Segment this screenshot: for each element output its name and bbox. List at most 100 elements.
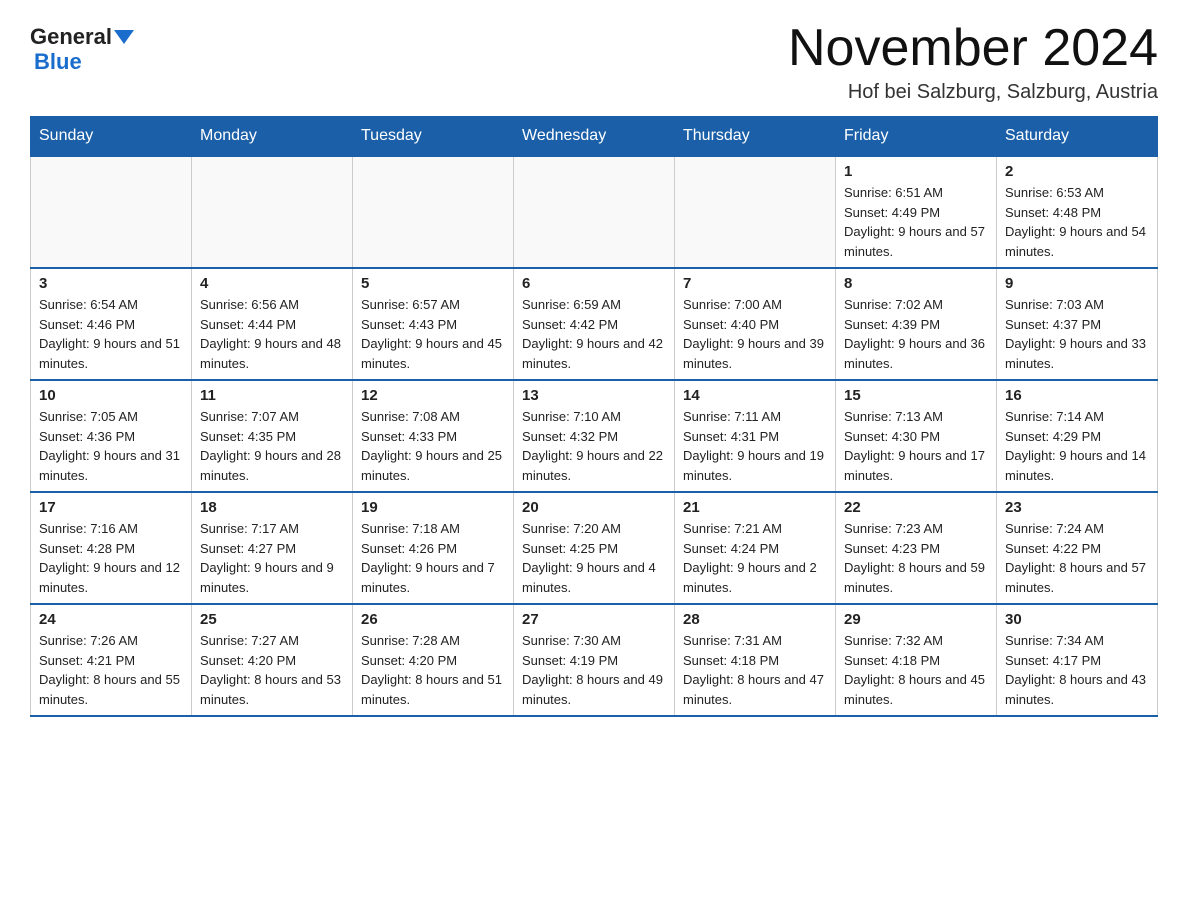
location: Hof bei Salzburg, Salzburg, Austria [788,81,1158,104]
day-info: Sunrise: 7:11 AMSunset: 4:31 PMDaylight:… [683,407,827,485]
day-info: Sunrise: 7:08 AMSunset: 4:33 PMDaylight:… [361,407,505,485]
day-info: Sunrise: 6:59 AMSunset: 4:42 PMDaylight:… [522,295,666,373]
day-info: Sunrise: 7:21 AMSunset: 4:24 PMDaylight:… [683,519,827,597]
calendar-cell: 17Sunrise: 7:16 AMSunset: 4:28 PMDayligh… [31,492,192,604]
week-row-5: 24 Sunrise: 7:26 AMSunset: 4:21 PMDayligh… [31,604,1158,716]
day-number: 20 [522,499,666,516]
day-info: Sunrise: 7:34 AMSunset: 4:17 PMDaylight:… [1005,631,1149,709]
day-number: 5 [361,275,505,292]
logo: General Blue [30,20,134,75]
day-info: Sunrise: 7:10 AMSunset: 4:32 PMDaylight:… [522,407,666,485]
calendar-cell: 7 Sunrise: 7:00 AMSunset: 4:40 PMDaylight… [675,268,836,380]
calendar-cell: 15 Sunrise: 7:13 AMSunset: 4:30 PMDayligh… [836,380,997,492]
calendar-cell: 12 Sunrise: 7:08 AMSunset: 4:33 PMDayligh… [353,380,514,492]
day-info: Sunrise: 7:02 AMSunset: 4:39 PMDaylight:… [844,295,988,373]
day-info: Sunrise: 7:14 AMSunset: 4:29 PMDaylight:… [1005,407,1149,485]
week-row-1: 1 Sunrise: 6:51 AMSunset: 4:49 PMDaylight… [31,156,1158,268]
day-info: Sunrise: 7:28 AMSunset: 4:20 PMDaylight:… [361,631,505,709]
calendar-cell: 1 Sunrise: 6:51 AMSunset: 4:49 PMDaylight… [836,156,997,268]
day-info: Sunrise: 7:31 AMSunset: 4:18 PMDaylight:… [683,631,827,709]
day-info: Sunrise: 6:54 AMSunset: 4:46 PMDaylight:… [39,295,183,373]
calendar-cell [514,156,675,268]
calendar-cell: 19Sunrise: 7:18 AMSunset: 4:26 PMDayligh… [353,492,514,604]
day-number: 16 [1005,387,1149,404]
day-info: Sunrise: 7:27 AMSunset: 4:20 PMDaylight:… [200,631,344,709]
week-row-3: 10 Sunrise: 7:05 AMSunset: 4:36 PMDayligh… [31,380,1158,492]
calendar-cell: 2Sunrise: 6:53 AMSunset: 4:48 PMDaylight… [997,156,1158,268]
weekday-header-wednesday: Wednesday [514,117,675,157]
day-number: 27 [522,611,666,628]
day-number: 24 [39,611,183,628]
calendar-cell: 11Sunrise: 7:07 AMSunset: 4:35 PMDayligh… [192,380,353,492]
calendar-cell: 25 Sunrise: 7:27 AMSunset: 4:20 PMDayligh… [192,604,353,716]
day-info: Sunrise: 7:13 AMSunset: 4:30 PMDaylight:… [844,407,988,485]
day-number: 6 [522,275,666,292]
weekday-header-row: SundayMondayTuesdayWednesdayThursdayFrid… [31,117,1158,157]
day-info: Sunrise: 6:51 AMSunset: 4:49 PMDaylight:… [844,183,988,261]
day-number: 21 [683,499,827,516]
calendar-cell: 18 Sunrise: 7:17 AMSunset: 4:27 PMDayligh… [192,492,353,604]
logo-arrow-icon [114,30,134,44]
calendar-cell [353,156,514,268]
calendar-cell: 27 Sunrise: 7:30 AMSunset: 4:19 PMDayligh… [514,604,675,716]
calendar-cell: 3Sunrise: 6:54 AMSunset: 4:46 PMDaylight… [31,268,192,380]
day-info: Sunrise: 6:56 AMSunset: 4:44 PMDaylight:… [200,295,344,373]
calendar-cell: 20 Sunrise: 7:20 AMSunset: 4:25 PMDayligh… [514,492,675,604]
week-row-2: 3Sunrise: 6:54 AMSunset: 4:46 PMDaylight… [31,268,1158,380]
calendar-cell: 22Sunrise: 7:23 AMSunset: 4:23 PMDayligh… [836,492,997,604]
calendar-cell: 14Sunrise: 7:11 AMSunset: 4:31 PMDayligh… [675,380,836,492]
day-info: Sunrise: 6:57 AMSunset: 4:43 PMDaylight:… [361,295,505,373]
weekday-header-saturday: Saturday [997,117,1158,157]
calendar-cell: 5 Sunrise: 6:57 AMSunset: 4:43 PMDaylight… [353,268,514,380]
day-number: 26 [361,611,505,628]
weekday-header-thursday: Thursday [675,117,836,157]
weekday-header-tuesday: Tuesday [353,117,514,157]
day-number: 7 [683,275,827,292]
day-number: 18 [200,499,344,516]
calendar-cell: 28 Sunrise: 7:31 AMSunset: 4:18 PMDayligh… [675,604,836,716]
page-header: General Blue November 2024 Hof bei Salzb… [30,20,1158,104]
day-number: 29 [844,611,988,628]
day-number: 15 [844,387,988,404]
logo-text-general: General [30,25,112,49]
calendar-cell: 30 Sunrise: 7:34 AMSunset: 4:17 PMDayligh… [997,604,1158,716]
week-row-4: 17Sunrise: 7:16 AMSunset: 4:28 PMDayligh… [31,492,1158,604]
calendar-cell: 26 Sunrise: 7:28 AMSunset: 4:20 PMDayligh… [353,604,514,716]
month-title: November 2024 [788,20,1158,77]
day-info: Sunrise: 6:53 AMSunset: 4:48 PMDaylight:… [1005,183,1149,261]
calendar-cell: 21 Sunrise: 7:21 AMSunset: 4:24 PMDayligh… [675,492,836,604]
day-info: Sunrise: 7:00 AMSunset: 4:40 PMDaylight:… [683,295,827,373]
day-number: 10 [39,387,183,404]
calendar-cell: 4Sunrise: 6:56 AMSunset: 4:44 PMDaylight… [192,268,353,380]
day-number: 11 [200,387,344,404]
calendar-cell: 6 Sunrise: 6:59 AMSunset: 4:42 PMDaylight… [514,268,675,380]
day-number: 17 [39,499,183,516]
calendar-cell: 23Sunrise: 7:24 AMSunset: 4:22 PMDayligh… [997,492,1158,604]
weekday-header-sunday: Sunday [31,117,192,157]
calendar-cell: 10 Sunrise: 7:05 AMSunset: 4:36 PMDayligh… [31,380,192,492]
day-number: 12 [361,387,505,404]
day-info: Sunrise: 7:05 AMSunset: 4:36 PMDaylight:… [39,407,183,485]
day-info: Sunrise: 7:26 AMSunset: 4:21 PMDaylight:… [39,631,183,709]
calendar-cell [675,156,836,268]
day-number: 28 [683,611,827,628]
day-info: Sunrise: 7:20 AMSunset: 4:25 PMDaylight:… [522,519,666,597]
title-block: November 2024 Hof bei Salzburg, Salzburg… [788,20,1158,104]
day-number: 23 [1005,499,1149,516]
calendar-cell: 9Sunrise: 7:03 AMSunset: 4:37 PMDaylight… [997,268,1158,380]
day-number: 13 [522,387,666,404]
calendar-table: SundayMondayTuesdayWednesdayThursdayFrid… [30,116,1158,717]
day-number: 30 [1005,611,1149,628]
day-info: Sunrise: 7:18 AMSunset: 4:26 PMDaylight:… [361,519,505,597]
day-number: 22 [844,499,988,516]
calendar-cell [192,156,353,268]
calendar-cell: 24 Sunrise: 7:26 AMSunset: 4:21 PMDayligh… [31,604,192,716]
day-number: 9 [1005,275,1149,292]
day-number: 8 [844,275,988,292]
day-number: 25 [200,611,344,628]
weekday-header-friday: Friday [836,117,997,157]
day-number: 1 [844,163,988,180]
calendar-cell: 8 Sunrise: 7:02 AMSunset: 4:39 PMDaylight… [836,268,997,380]
day-info: Sunrise: 7:17 AMSunset: 4:27 PMDaylight:… [200,519,344,597]
day-info: Sunrise: 7:30 AMSunset: 4:19 PMDaylight:… [522,631,666,709]
